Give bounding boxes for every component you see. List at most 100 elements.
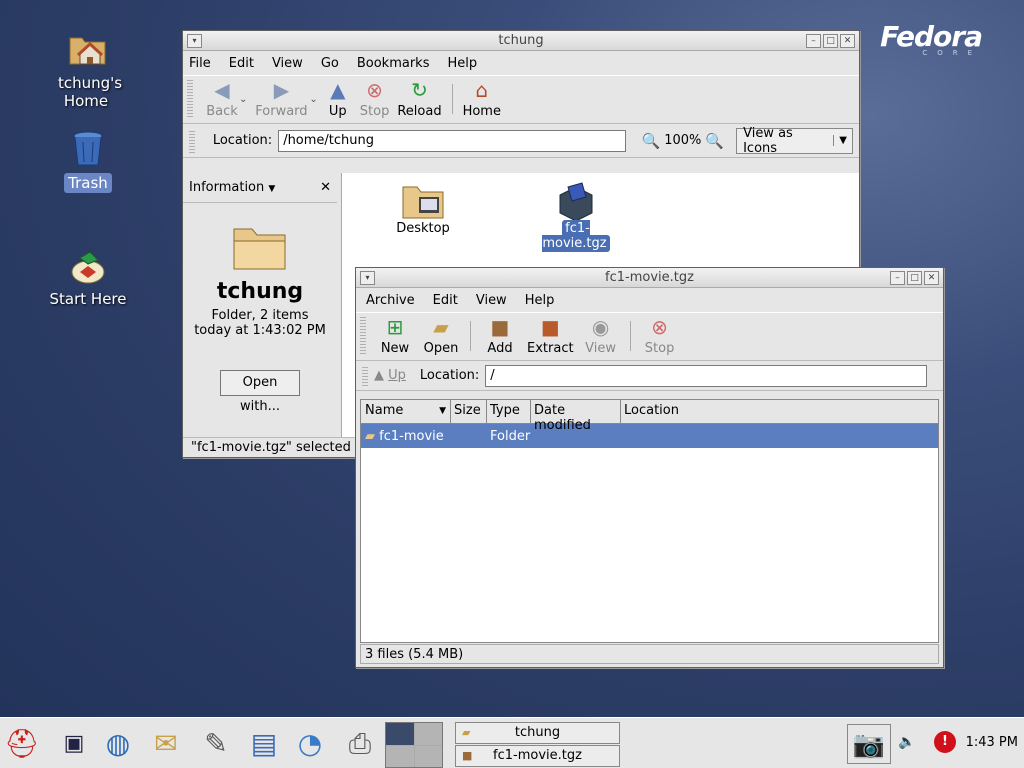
location-input[interactable]: /home/tchung bbox=[278, 129, 626, 152]
titlebar[interactable]: ▾ fc1-movie.tgz – □ ✕ bbox=[356, 268, 943, 288]
sidebar-close-icon[interactable]: ✕ bbox=[320, 180, 331, 195]
desktop-icon-trash[interactable]: Trash bbox=[28, 128, 148, 193]
terminal-icon[interactable]: ▣ bbox=[54, 724, 94, 764]
desktop-icon-home[interactable]: tchung's Home bbox=[28, 26, 148, 110]
archive-icon: ■ bbox=[462, 749, 473, 762]
workspace-4[interactable] bbox=[414, 745, 442, 767]
cell-name-text: fc1-movie bbox=[379, 428, 444, 444]
maximize-button[interactable]: □ bbox=[823, 34, 838, 48]
toolbar-grip[interactable] bbox=[360, 315, 366, 356]
location-label: Location: bbox=[212, 133, 273, 148]
column-header-name[interactable]: Name ▼ bbox=[361, 400, 451, 423]
window-menu-button[interactable]: ▾ bbox=[187, 34, 202, 48]
toolbar: ⊞ New ▰ Open ■ Add ■ Extract ◉ View ⊗ St… bbox=[356, 312, 943, 361]
sidebar-folder-desc: Folder, 2 items bbox=[211, 308, 309, 323]
folder-icon: ▰ bbox=[365, 428, 375, 444]
task-button-fc1-movie[interactable]: ■ fc1-movie.tgz bbox=[455, 745, 620, 767]
zoom-in-icon[interactable]: 🔍 bbox=[705, 132, 724, 150]
minimize-button[interactable]: – bbox=[890, 271, 905, 285]
column-header-date[interactable]: Date modified bbox=[531, 400, 621, 433]
update-alert-icon[interactable]: ! bbox=[934, 731, 956, 753]
extract-button[interactable]: ■ Extract bbox=[523, 315, 578, 356]
start-here-icon bbox=[71, 251, 105, 284]
chevron-down-icon: ▼ bbox=[268, 184, 276, 194]
file-list[interactable]: Name ▼ Size Type Date modified Location … bbox=[360, 399, 939, 643]
home-button[interactable]: ⌂ Home bbox=[459, 78, 505, 119]
open-button[interactable]: ▰ Open bbox=[418, 315, 464, 356]
reload-button[interactable]: ↻ Reload bbox=[393, 78, 445, 119]
stop-button[interactable]: ⊗ Stop bbox=[637, 315, 683, 356]
open-with-button[interactable]: Open with... bbox=[220, 370, 300, 414]
menu-bookmarks[interactable]: Bookmarks bbox=[357, 56, 430, 71]
location-input[interactable]: / bbox=[485, 364, 928, 387]
task-label: fc1-movie.tgz bbox=[493, 748, 582, 763]
menu-view[interactable]: View bbox=[272, 56, 303, 71]
menu-help[interactable]: Help bbox=[447, 56, 477, 71]
column-header-size[interactable]: Size bbox=[451, 400, 487, 423]
close-button[interactable]: ✕ bbox=[924, 271, 939, 285]
arrow-left-icon: ◀ bbox=[214, 78, 230, 102]
forward-button[interactable]: ▶ Forward bbox=[249, 78, 313, 119]
menu-view[interactable]: View bbox=[476, 293, 507, 308]
table-row[interactable]: ▰ fc1-movie Folder bbox=[361, 424, 938, 448]
menu-edit[interactable]: Edit bbox=[433, 293, 458, 308]
column-header-type[interactable]: Type bbox=[487, 400, 531, 423]
volume-icon[interactable]: 🔈 bbox=[898, 734, 915, 750]
toolbar-separator bbox=[470, 320, 471, 351]
extract-label: Extract bbox=[527, 341, 574, 356]
column-header-location[interactable]: Location bbox=[621, 400, 938, 423]
clock[interactable]: 1:43 PM bbox=[966, 735, 1018, 750]
main-menu-redhat-icon[interactable]: ⛑ bbox=[2, 724, 42, 764]
file-label-selected: fc1-movie.tgz bbox=[542, 220, 610, 252]
sidebar-selector[interactable]: Information ▼ bbox=[189, 180, 275, 195]
up-button[interactable]: ▲ Up bbox=[374, 368, 406, 383]
workspace-switcher[interactable] bbox=[385, 722, 443, 768]
writer-icon[interactable]: ✎ bbox=[196, 724, 236, 764]
window-menu-button[interactable]: ▾ bbox=[360, 271, 375, 285]
web-browser-icon[interactable]: ◍ bbox=[98, 724, 138, 764]
reload-icon: ↻ bbox=[411, 78, 428, 102]
menu-edit[interactable]: Edit bbox=[229, 56, 254, 71]
workspace-2[interactable] bbox=[414, 723, 442, 745]
mail-icon[interactable]: ✉ bbox=[146, 724, 186, 764]
toolbar-grip[interactable] bbox=[187, 78, 193, 119]
zoom-out-icon[interactable]: 🔍 bbox=[642, 132, 661, 150]
location-grip[interactable] bbox=[189, 128, 195, 153]
back-history-chevron-icon[interactable]: ⌄ bbox=[239, 94, 247, 105]
extract-icon: ■ bbox=[540, 315, 560, 339]
menu-archive[interactable]: Archive bbox=[366, 293, 415, 308]
file-item-archive[interactable]: fc1-movie.tgz bbox=[532, 181, 620, 252]
camera-applet-icon[interactable]: 📷 bbox=[847, 724, 891, 764]
presentation-icon[interactable]: ▤ bbox=[244, 724, 284, 764]
view-button[interactable]: ◉ View bbox=[578, 315, 624, 356]
titlebar[interactable]: ▾ tchung – □ ✕ bbox=[183, 31, 859, 51]
spreadsheet-icon[interactable]: ◔ bbox=[290, 724, 330, 764]
task-button-tchung[interactable]: ▰ tchung bbox=[455, 722, 620, 744]
up-button[interactable]: ▲ Up bbox=[320, 78, 356, 119]
close-button[interactable]: ✕ bbox=[840, 34, 855, 48]
desktop-icon-label: tchung's Home bbox=[57, 74, 123, 110]
menubar: File Edit View Go Bookmarks Help bbox=[183, 51, 859, 75]
desktop-icon-start-here[interactable]: Start Here bbox=[28, 248, 148, 308]
arrow-up-icon: ▲ bbox=[330, 78, 346, 102]
minimize-button[interactable]: – bbox=[806, 34, 821, 48]
menu-file[interactable]: File bbox=[189, 56, 211, 71]
desktop-icon-label: Start Here bbox=[49, 290, 127, 308]
view-as-dropdown[interactable]: View as Icons ▼ bbox=[736, 126, 853, 156]
menu-go[interactable]: Go bbox=[321, 56, 339, 71]
zoom-level[interactable]: 100% bbox=[664, 133, 701, 148]
print-manager-icon[interactable]: ⎙ bbox=[340, 724, 380, 764]
file-item-desktop[interactable]: Desktop bbox=[388, 181, 458, 236]
menu-help[interactable]: Help bbox=[525, 293, 555, 308]
location-grip[interactable] bbox=[362, 364, 368, 387]
maximize-button[interactable]: □ bbox=[907, 271, 922, 285]
workspace-3[interactable] bbox=[386, 745, 414, 767]
new-button[interactable]: ⊞ New bbox=[372, 315, 418, 356]
add-button[interactable]: ■ Add bbox=[477, 315, 523, 356]
stop-icon: ⊗ bbox=[366, 78, 383, 102]
stop-button[interactable]: ⊗ Stop bbox=[356, 78, 394, 119]
workspace-1[interactable] bbox=[386, 723, 414, 745]
sort-arrow-icon: ▼ bbox=[439, 406, 446, 416]
forward-history-chevron-icon[interactable]: ⌄ bbox=[309, 94, 317, 105]
home-folder-icon bbox=[69, 37, 106, 65]
